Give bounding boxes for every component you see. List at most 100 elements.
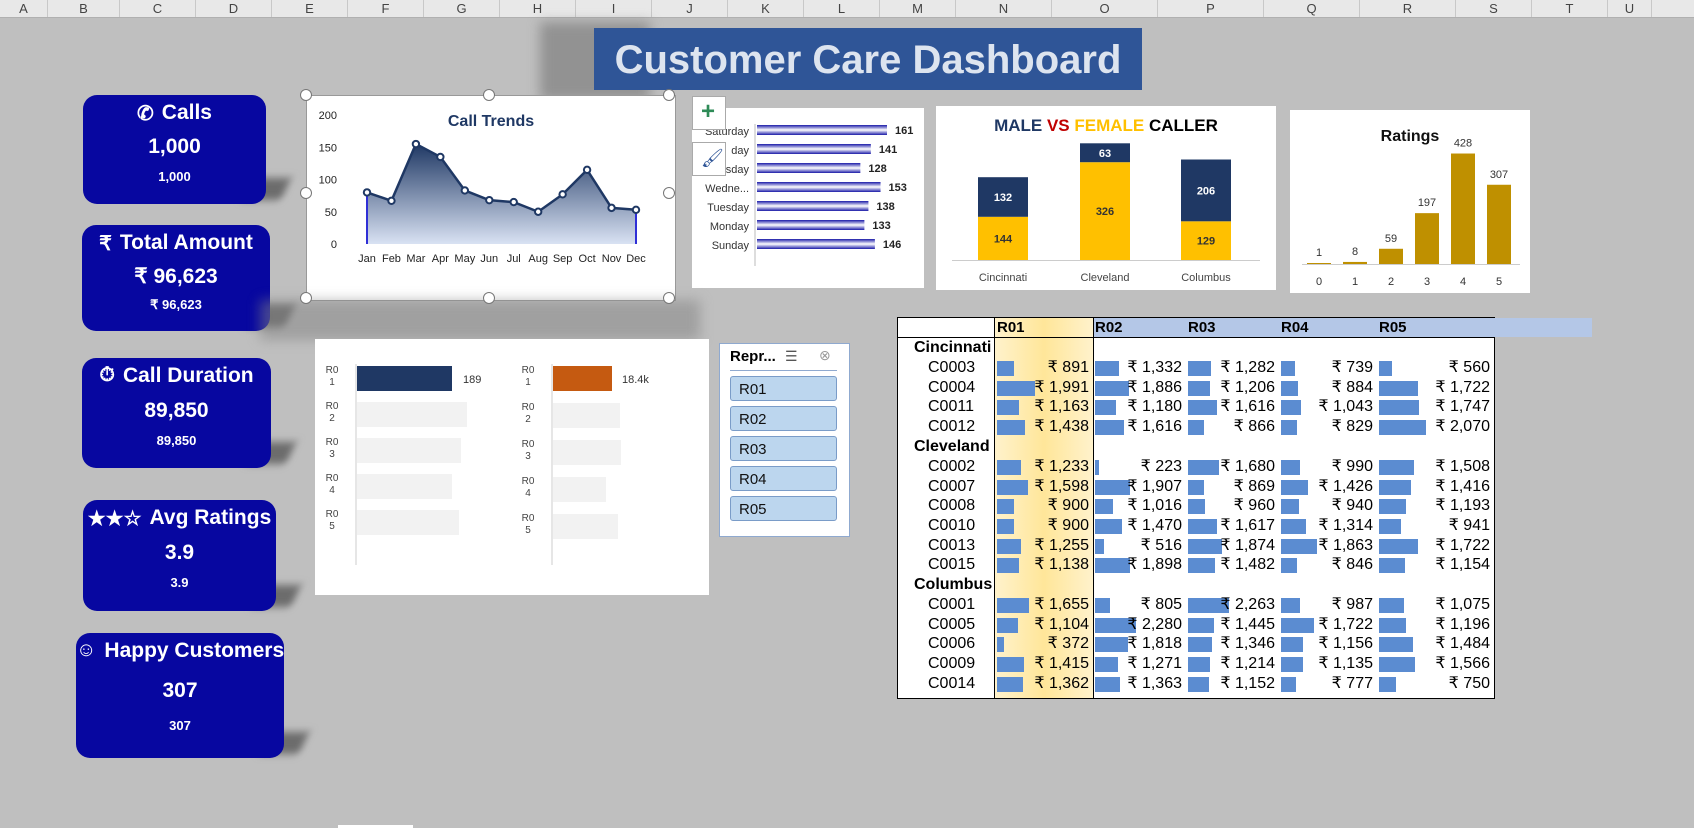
cell-value: ₹ 1,907 — [1127, 477, 1182, 495]
column-header-b[interactable]: B — [48, 0, 120, 17]
category-label: R0 — [522, 365, 535, 376]
pivot-row[interactable]: C0015 ₹ 1,138 ₹ 1,898 ₹ 1,482 ₹ 846 ₹ 1,154 — [898, 555, 1494, 575]
weekday-calls-chart[interactable]: Saturday 161 day 141 Thursday 128 Wedne... 153 T… — [692, 108, 924, 288]
pivot-group-row[interactable]: Cincinnati — [898, 338, 1494, 358]
resize-handle[interactable] — [300, 89, 312, 101]
column-header-k[interactable]: K — [728, 0, 804, 17]
bar — [1415, 213, 1439, 264]
column-header-a[interactable]: A — [0, 0, 48, 17]
pivot-col-header-r03[interactable]: R03 — [1188, 318, 1281, 337]
resize-handle[interactable] — [663, 292, 675, 304]
column-header-m[interactable]: M — [880, 0, 956, 17]
column-header-n[interactable]: N — [956, 0, 1052, 17]
pivot-row[interactable]: C0003 ₹ 891 ₹ 1,332 ₹ 1,282 ₹ 739 ₹ 560 — [898, 358, 1494, 378]
slicer-item-r01[interactable]: R01 — [730, 376, 837, 401]
resize-handle[interactable] — [483, 292, 495, 304]
ratings-chart[interactable]: Ratings 1 0 8 1 59 2 197 3 428 4 307 5 — [1290, 110, 1530, 293]
call-trends-chart[interactable]: Call Trends 0 50 100 150 200 Jan Feb Mar Apr May Ju… — [306, 95, 676, 301]
column-header-s[interactable]: S — [1456, 0, 1532, 17]
data-label: 141 — [879, 144, 897, 156]
column-header-l[interactable]: L — [804, 0, 880, 17]
cell-value: ₹ 1,482 — [1220, 556, 1275, 574]
gender-svg: MALE VS FEMALE CALLER 144 132 Cincinnati 326… — [952, 116, 1260, 284]
kpi-header: ₹ Total Amount — [82, 231, 270, 256]
chart-styles-button[interactable]: 🖌 — [692, 142, 726, 176]
column-header-u[interactable]: U — [1608, 0, 1652, 17]
cell-value: ₹ 2,263 — [1220, 596, 1275, 613]
column-header-h[interactable]: H — [500, 0, 576, 17]
pivot-row[interactable]: C0011 ₹ 1,163 ₹ 1,180 ₹ 1,616 ₹ 1,043 ₹ 1,747 — [898, 397, 1494, 417]
column-header-j[interactable]: J — [652, 0, 728, 17]
data-point — [411, 139, 421, 149]
column-header-o[interactable]: O — [1052, 0, 1158, 17]
pivot-row[interactable]: C0010 ₹ 900 ₹ 1,470 ₹ 1,617 ₹ 1,314 ₹ 941 — [898, 516, 1494, 536]
pivot-row[interactable]: C0012 ₹ 1,438 ₹ 1,616 ₹ 866 ₹ 829 ₹ 2,070 — [898, 417, 1494, 437]
chart-elements-button[interactable]: + — [692, 96, 726, 130]
pivot-col-header-r01[interactable]: R01 — [997, 318, 1095, 337]
bar — [553, 440, 621, 465]
column-header-g[interactable]: G — [424, 0, 500, 17]
slicer-item-r05[interactable]: R05 — [730, 496, 837, 521]
pivot-table[interactable]: R01 R02 R03 R04 R05 Cincinnati C0003 ₹ 891 ₹ 1,3… — [897, 317, 1592, 699]
resize-handle[interactable] — [300, 187, 312, 199]
representative-slicer[interactable]: Repr... ☰ ⊗ R01 R02 R03 R04 R05 — [719, 343, 850, 537]
ratings-svg: Ratings 1 0 8 1 59 2 197 3 428 4 307 5 — [1302, 128, 1520, 288]
column-header-c[interactable]: C — [120, 0, 196, 17]
bar — [553, 403, 620, 428]
pivot-row[interactable]: C0013 ₹ 1,255 ₹ 516 ₹ 1,874 ₹ 1,863 ₹ 1,722 — [898, 536, 1494, 556]
pivot-row[interactable]: C0006 ₹ 372 ₹ 1,818 ₹ 1,346 ₹ 1,156 ₹ 1,484 — [898, 634, 1494, 654]
bar — [757, 144, 871, 154]
data-label: 132 — [994, 192, 1012, 204]
column-header-d[interactable]: D — [196, 0, 272, 17]
category-label: 4 — [1460, 276, 1466, 288]
pivot-row[interactable]: C0008 ₹ 900 ₹ 1,016 ₹ 960 ₹ 940 ₹ 1,193 — [898, 496, 1494, 516]
bar — [757, 239, 875, 249]
data-label: 146 — [883, 239, 901, 251]
resize-handle[interactable] — [663, 89, 675, 101]
clear-filter-icon[interactable]: ⊗ — [819, 347, 831, 364]
x-tick-label: Aug — [528, 253, 548, 265]
cell-value: ₹ 1,163 — [1034, 398, 1089, 416]
resize-handle[interactable] — [663, 187, 675, 199]
pivot-col-header-r04[interactable]: R04 — [1281, 318, 1379, 337]
slicer-item-r02[interactable]: R02 — [730, 406, 837, 431]
column-header-f[interactable]: F — [348, 0, 424, 17]
pivot-group-row[interactable]: Cleveland — [898, 437, 1494, 457]
pivot-row[interactable]: C0002 ₹ 1,233 ₹ 223 ₹ 1,680 ₹ 990 ₹ 1,508 — [898, 457, 1494, 477]
cell-value: ₹ 516 — [1140, 536, 1182, 554]
cell-value: ₹ 891 — [1047, 359, 1089, 376]
slicer-item-r03[interactable]: R03 — [730, 436, 837, 461]
kpi-header: ✆ Calls — [83, 101, 266, 126]
resize-handle[interactable] — [300, 292, 312, 304]
slicer-item-r04[interactable]: R04 — [730, 466, 837, 491]
representative-charts[interactable]: R0 1 189 R0 2 R0 3 R0 4 R0 5 R0 1 18.4k R0 2 R0 3 R0 4 R0 5 — [315, 339, 709, 595]
pivot-row[interactable]: C0005 ₹ 1,104 ₹ 2,280 ₹ 1,445 ₹ 1,722 ₹ 1,196 — [898, 615, 1494, 635]
column-header-i[interactable]: I — [576, 0, 652, 17]
column-header-r[interactable]: R — [1360, 0, 1456, 17]
multi-select-icon[interactable]: ☰ — [785, 348, 798, 365]
kpi-value: 307 — [162, 679, 198, 702]
x-tick-label: Jul — [507, 253, 521, 265]
bar — [357, 438, 461, 463]
column-header-t[interactable]: T — [1532, 0, 1608, 17]
pivot-row[interactable]: C0001 ₹ 1,655 ₹ 805 ₹ 2,263 ₹ 987 ₹ 1,075 — [898, 595, 1494, 615]
data-label: 161 — [895, 125, 913, 137]
data-label: 129 — [1197, 236, 1215, 248]
pivot-row[interactable]: C0004 ₹ 1,991 ₹ 1,886 ₹ 1,206 ₹ 884 ₹ 1,722 — [898, 378, 1494, 398]
kpi-header: ⏱ Call Duration — [82, 364, 271, 388]
column-header-e[interactable]: E — [272, 0, 348, 17]
male-vs-female-chart[interactable]: MALE VS FEMALE CALLER 144 132 Cincinnati 326… — [936, 106, 1276, 290]
resize-handle[interactable] — [483, 89, 495, 101]
column-header-p[interactable]: P — [1158, 0, 1264, 17]
cell-value: ₹ 1,346 — [1220, 635, 1275, 653]
pivot-col-header-r05[interactable]: R05 — [1379, 318, 1496, 337]
data-label: 138 — [876, 201, 894, 213]
cell-value: ₹ 1,655 — [1034, 596, 1089, 613]
category-label: 3 — [329, 449, 335, 460]
column-header-q[interactable]: Q — [1264, 0, 1360, 17]
pivot-group-row[interactable]: Columbus — [898, 575, 1494, 595]
pivot-row[interactable]: C0009 ₹ 1,415 ₹ 1,271 ₹ 1,214 ₹ 1,135 ₹ 1,566 — [898, 654, 1494, 674]
pivot-col-header-r02[interactable]: R02 — [1095, 318, 1188, 337]
pivot-row[interactable]: C0007 ₹ 1,598 ₹ 1,907 ₹ 869 ₹ 1,426 ₹ 1,416 — [898, 477, 1494, 497]
pivot-row[interactable]: C0014 ₹ 1,362 ₹ 1,363 ₹ 1,152 ₹ 777 ₹ 750 — [898, 674, 1494, 694]
